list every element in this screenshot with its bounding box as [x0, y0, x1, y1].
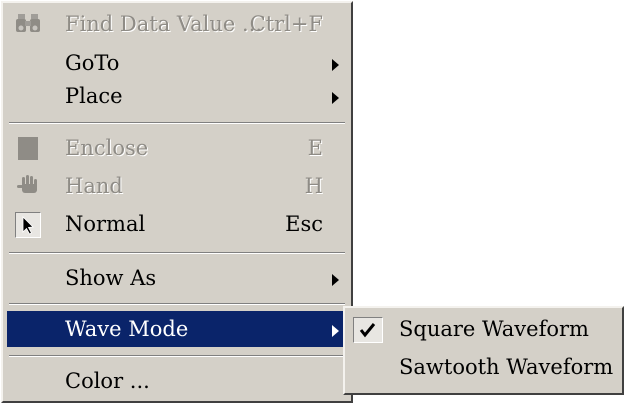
menu-item-label: Enclose — [65, 136, 149, 160]
context-menu: Find Data Value ... Ctrl+F GoTo Place En… — [1, 1, 353, 403]
submenu-item-label: Sawtooth Waveform — [399, 355, 614, 379]
submenu-item-square-waveform[interactable]: Square Waveform — [347, 310, 619, 348]
menu-item-label: Show As — [65, 266, 157, 290]
checkmark-icon — [353, 317, 383, 343]
menu-item-shortcut: Ctrl+F — [249, 12, 323, 36]
menu-item-label: Find Data Value ... — [65, 12, 263, 36]
wave-mode-submenu: Square Waveform Sawtooth Waveform — [343, 306, 624, 395]
submenu-arrow-icon — [332, 92, 339, 104]
submenu-item-sawtooth-waveform[interactable]: Sawtooth Waveform — [347, 348, 619, 386]
menu-separator — [9, 303, 345, 305]
menu-item-place[interactable]: Place — [7, 78, 347, 114]
menu-item-label: Place — [65, 84, 123, 108]
menu-separator — [9, 355, 345, 357]
menu-item-label: Normal — [65, 212, 146, 236]
menu-item-show-as[interactable]: Show As — [7, 260, 347, 296]
enclose-icon — [15, 136, 41, 160]
menu-item-shortcut: H — [304, 174, 323, 198]
menu-separator — [9, 122, 345, 124]
hand-icon — [15, 174, 41, 198]
menu-item-wave-mode[interactable]: Wave Mode — [7, 311, 347, 347]
menu-item-label: Hand — [65, 174, 123, 198]
menu-item-shortcut: E — [307, 136, 323, 160]
menu-item-hand: Hand H — [7, 168, 347, 204]
menu-item-enclose: Enclose E — [7, 130, 347, 166]
submenu-arrow-icon — [332, 274, 339, 286]
pointer-arrow-icon — [15, 212, 41, 238]
menu-item-normal[interactable]: Normal Esc — [7, 206, 347, 242]
submenu-arrow-icon — [332, 59, 339, 71]
binoculars-icon — [15, 12, 41, 36]
menu-item-shortcut: Esc — [285, 212, 323, 236]
submenu-item-label: Square Waveform — [399, 317, 589, 341]
menu-item-label: GoTo — [65, 51, 120, 75]
menu-item-label: Wave Mode — [65, 317, 189, 341]
menu-item-goto[interactable]: GoTo — [7, 45, 347, 81]
menu-item-label: Color ... — [65, 369, 150, 393]
menu-item-find-data-value: Find Data Value ... Ctrl+F — [7, 6, 347, 42]
menu-item-color[interactable]: Color ... — [7, 363, 347, 399]
submenu-arrow-icon — [332, 325, 339, 337]
menu-separator — [9, 252, 345, 254]
